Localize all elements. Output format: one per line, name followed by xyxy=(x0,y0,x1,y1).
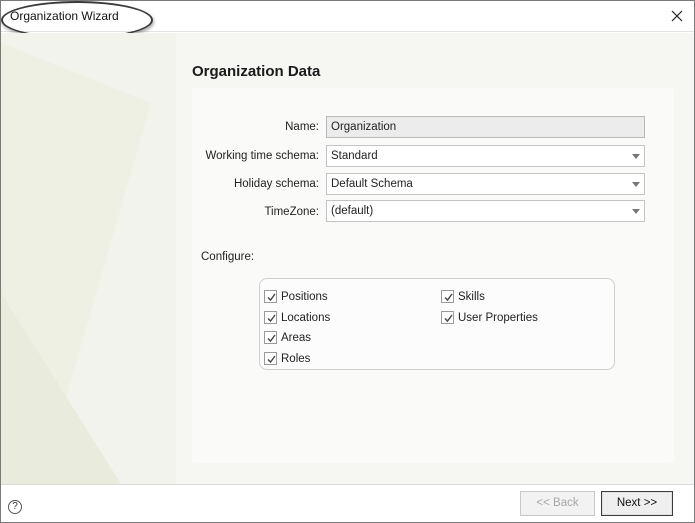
check-icon xyxy=(267,293,276,302)
close-button[interactable] xyxy=(666,5,688,27)
chevron-down-icon xyxy=(632,154,640,159)
checkbox-box xyxy=(264,352,277,365)
window-title: Organization Wizard xyxy=(10,9,119,23)
page-title: Organization Data xyxy=(192,63,321,80)
holiday-schema-label: Holiday schema: xyxy=(233,178,319,190)
checkbox-box xyxy=(264,331,277,344)
check-icon xyxy=(444,293,453,302)
locations-checkbox[interactable]: Locations xyxy=(264,311,330,324)
name-value: Organization xyxy=(331,121,397,133)
close-icon xyxy=(671,10,683,22)
check-icon xyxy=(267,355,276,364)
back-button[interactable]: << Back xyxy=(520,491,595,516)
positions-label: Positions xyxy=(281,290,328,303)
next-button[interactable]: Next >> xyxy=(601,491,673,516)
chevron-down-icon xyxy=(632,182,640,187)
timezone-dropdown[interactable]: (default) xyxy=(326,200,645,222)
user-properties-label: User Properties xyxy=(458,311,538,324)
configure-label: Configure: xyxy=(201,251,255,263)
timezone-label: TimeZone: xyxy=(264,206,319,218)
timezone-value: (default) xyxy=(331,205,374,217)
chevron-down-icon xyxy=(632,209,640,214)
working-time-schema-value: Standard xyxy=(331,150,378,162)
locations-label: Locations xyxy=(281,311,331,324)
title-bar: Organization Wizard xyxy=(1,1,694,39)
help-icon[interactable]: ? xyxy=(8,500,22,514)
organization-wizard-window: Organization Wizard Organization Data Na… xyxy=(0,0,695,523)
areas-checkbox[interactable]: Areas xyxy=(264,331,311,344)
working-time-schema-dropdown[interactable]: Standard xyxy=(326,145,645,167)
holiday-schema-value: Default Schema xyxy=(331,178,413,190)
checkbox-box xyxy=(441,290,454,303)
name-label: Name: xyxy=(285,121,319,133)
holiday-schema-dropdown[interactable]: Default Schema xyxy=(326,173,645,195)
user-properties-checkbox[interactable]: User Properties xyxy=(441,311,538,324)
checkbox-box xyxy=(441,311,454,324)
skills-label: Skills xyxy=(458,290,485,303)
checkbox-box xyxy=(264,290,277,303)
name-field[interactable]: Organization xyxy=(326,116,645,138)
working-time-schema-label: Working time schema: xyxy=(205,150,319,162)
roles-checkbox[interactable]: Roles xyxy=(264,352,310,365)
check-icon xyxy=(267,334,276,343)
check-icon xyxy=(444,314,453,323)
roles-label: Roles xyxy=(281,352,311,365)
positions-checkbox[interactable]: Positions xyxy=(264,290,328,303)
check-icon xyxy=(267,314,276,323)
skills-checkbox[interactable]: Skills xyxy=(441,290,485,303)
checkbox-box xyxy=(264,311,277,324)
areas-label: Areas xyxy=(281,331,312,344)
